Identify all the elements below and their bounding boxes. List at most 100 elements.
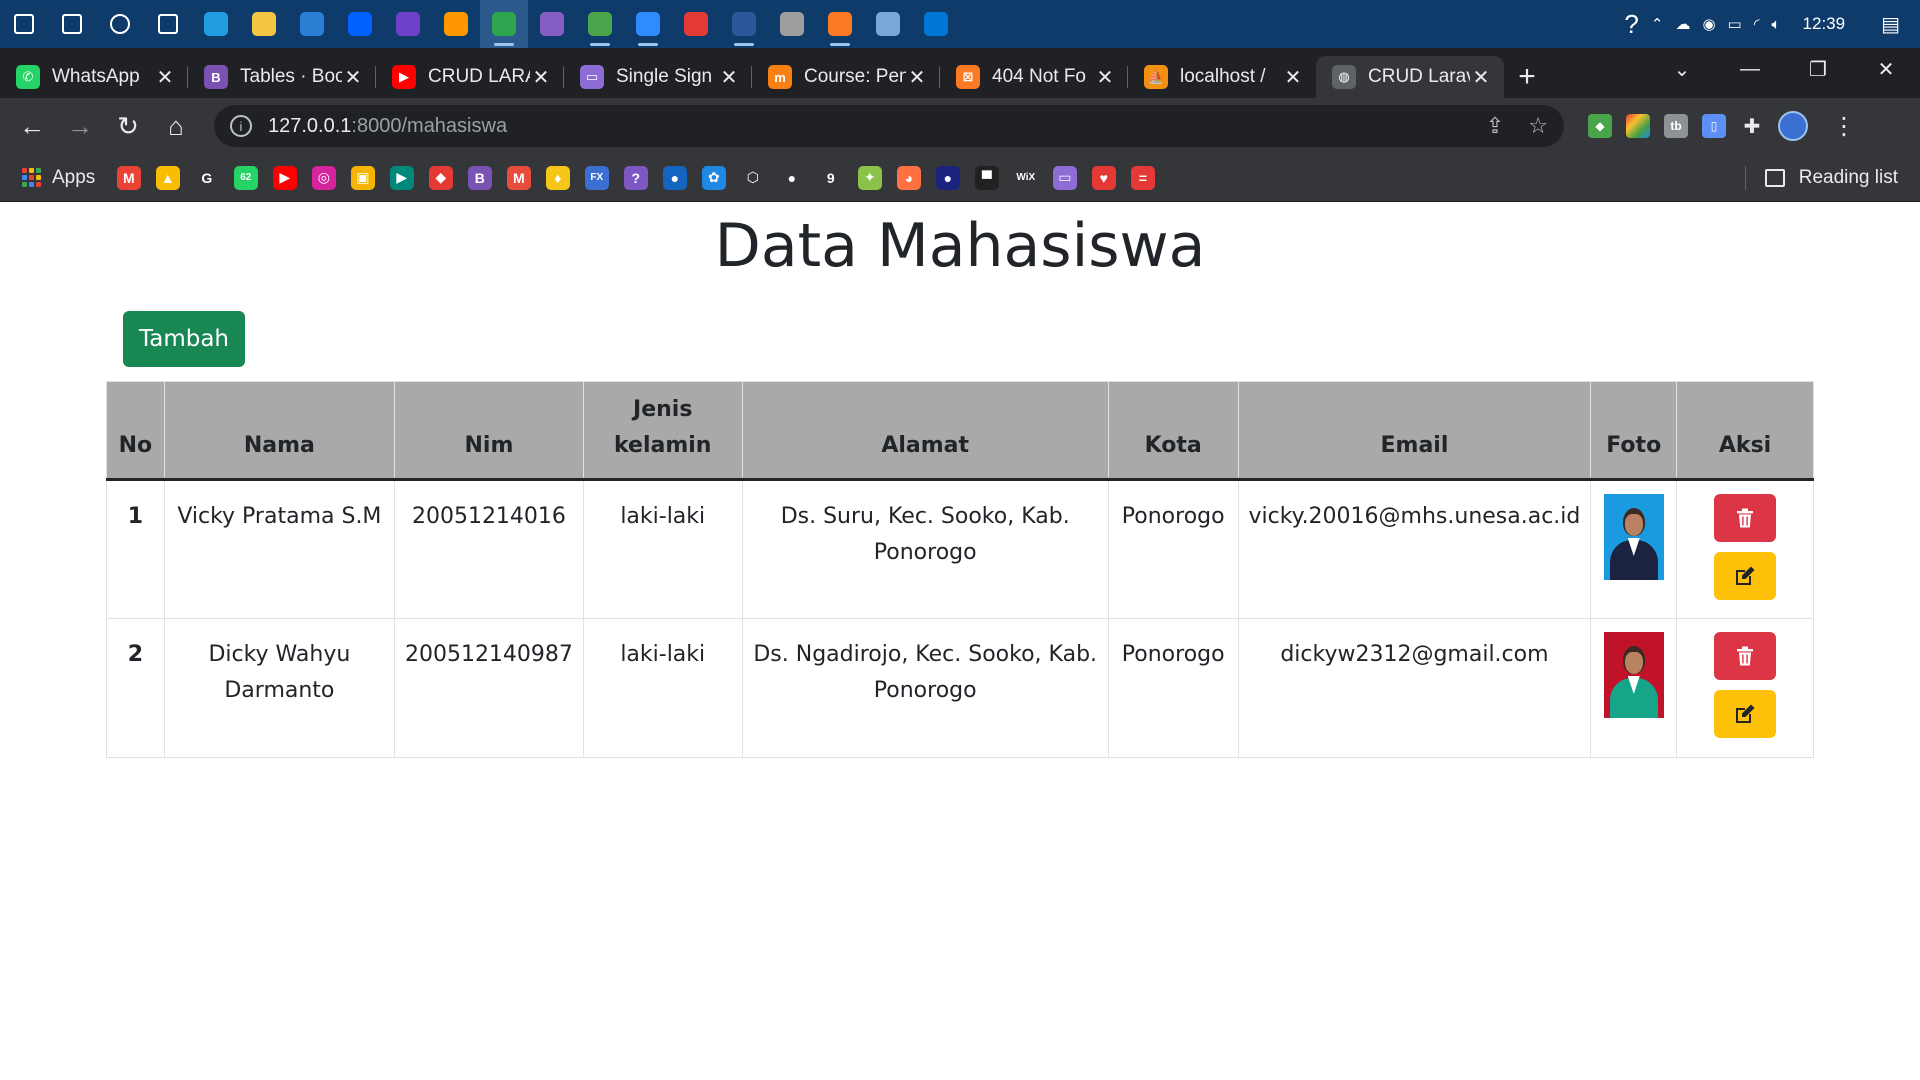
close-tab-icon[interactable]: ✕ — [154, 65, 176, 90]
back-button[interactable]: ← — [8, 102, 56, 150]
app3-icon[interactable]: ? — [623, 165, 648, 190]
google-icon[interactable]: G — [195, 166, 219, 190]
chevron-up-icon[interactable]: ⌃ — [1645, 0, 1670, 48]
file-explorer-icon[interactable] — [240, 0, 288, 48]
dropbox-icon[interactable] — [336, 0, 384, 48]
zoom-icon[interactable] — [624, 0, 672, 48]
app6-icon[interactable]: ✦ — [857, 165, 882, 190]
gmail-icon[interactable]: M — [116, 165, 141, 190]
app7-icon[interactable]: ◕ — [896, 165, 921, 190]
home-button[interactable]: ⌂ — [152, 102, 200, 150]
bookmark-star-icon[interactable]: ☆ — [1528, 113, 1548, 139]
word-icon[interactable] — [720, 0, 768, 48]
extension-4-icon[interactable]: ▯ — [1702, 114, 1726, 138]
browser-tab[interactable]: m Course: Pen ✕ — [752, 56, 940, 98]
close-tab-icon[interactable]: ✕ — [906, 65, 928, 90]
vscode-icon[interactable] — [912, 0, 960, 48]
reload-button[interactable]: ↻ — [104, 102, 152, 150]
close-window-button[interactable]: ✕ — [1852, 48, 1920, 90]
app5-icon[interactable]: 9 — [819, 166, 843, 190]
app2-icon[interactable] — [768, 0, 816, 48]
webcam-icon[interactable]: ◉ — [1696, 0, 1721, 48]
github-desktop-icon[interactable] — [384, 0, 432, 48]
close-tab-icon[interactable]: ✕ — [718, 65, 740, 90]
youtube-icon[interactable]: ▶ — [272, 165, 297, 190]
extension-3-icon[interactable]: tb — [1664, 114, 1688, 138]
app10-icon[interactable]: ▭ — [1052, 165, 1077, 190]
app9-icon[interactable]: ▀ — [974, 165, 999, 190]
browser-tab[interactable]: B Tables · Boo ✕ — [188, 56, 376, 98]
cell-nim: 20051214016 — [393, 479, 584, 619]
mail-icon[interactable] — [288, 0, 336, 48]
browser-tab[interactable]: ▶ CRUD LARA ✕ — [376, 56, 564, 98]
wix-icon[interactable]: WiX — [1014, 166, 1038, 190]
close-tab-icon[interactable]: ✕ — [1282, 65, 1304, 90]
help-icon[interactable]: ? — [1618, 0, 1644, 48]
visual-studio-icon[interactable] — [528, 0, 576, 48]
volume-icon[interactable]: 🔈︎ — [1766, 0, 1787, 48]
app-icon[interactable] — [576, 0, 624, 48]
browser-tab[interactable]: ⛵ localhost / ✕ — [1128, 56, 1316, 98]
browser-tab[interactable]: ✆ WhatsApp ✕ — [0, 56, 188, 98]
tab-search-icon[interactable]: ⌄ — [1648, 48, 1716, 90]
edit-button[interactable] — [1714, 690, 1777, 738]
close-tab-icon[interactable]: ✕ — [530, 65, 552, 90]
screen-recorder-icon[interactable] — [672, 0, 720, 48]
wifi-icon[interactable]: ◜ — [1748, 0, 1766, 48]
app3-icon[interactable] — [864, 0, 912, 48]
classroom-icon[interactable]: ▣ — [350, 165, 375, 190]
menu-icon[interactable]: ⋮ — [1832, 112, 1856, 141]
cortana-icon[interactable] — [96, 0, 144, 48]
restore-button[interactable]: ❐ — [1784, 48, 1852, 90]
app12-icon[interactable]: = — [1130, 165, 1155, 190]
extension-1-icon[interactable]: ◆ — [1588, 114, 1612, 138]
edit-button[interactable] — [1714, 552, 1777, 600]
edge-icon[interactable] — [192, 0, 240, 48]
close-tab-icon[interactable]: ✕ — [342, 65, 364, 90]
xampp-icon[interactable] — [816, 0, 864, 48]
bootstrap-icon[interactable]: B — [467, 165, 492, 190]
site-info-icon[interactable]: i — [230, 115, 252, 137]
extension-2-icon[interactable] — [1626, 114, 1650, 138]
delete-button[interactable] — [1714, 632, 1777, 680]
notifications-icon[interactable]: ▤ — [1861, 0, 1920, 48]
github-icon[interactable]: ● — [780, 166, 804, 190]
forward-button[interactable]: → — [56, 102, 104, 150]
new-tab-button[interactable]: + — [1504, 56, 1550, 98]
search-icon[interactable] — [48, 0, 96, 48]
codepen-icon[interactable]: ⬡ — [741, 166, 765, 190]
delete-button[interactable] — [1714, 494, 1777, 542]
app8-icon[interactable]: ● — [935, 165, 960, 190]
whatsapp-icon[interactable]: 62 — [233, 165, 258, 190]
browser-tab[interactable]: ⊠ 404 Not Fo ✕ — [940, 56, 1128, 98]
onedrive-icon[interactable]: ☁ — [1669, 0, 1696, 48]
chrome-icon[interactable] — [480, 0, 528, 48]
profile-avatar[interactable] — [1778, 111, 1808, 141]
extensions-puzzle-icon[interactable]: ✚ — [1740, 114, 1764, 138]
add-button[interactable]: Tambah — [123, 311, 245, 367]
google-drive-icon[interactable]: ▲ — [155, 165, 180, 190]
edge-icon[interactable]: ● — [662, 165, 687, 190]
minimize-button[interactable]: — — [1716, 48, 1784, 90]
app11-icon[interactable]: ♥ — [1091, 165, 1116, 190]
task-view-icon[interactable] — [144, 0, 192, 48]
share-icon[interactable]: ⇪ — [1486, 113, 1504, 139]
app-icon[interactable]: ◆ — [428, 165, 453, 190]
address-bar[interactable]: i 127.0.0.1:8000/mahasiswa ⇪ ☆ — [214, 105, 1564, 147]
battery-icon[interactable]: ▭ — [1722, 0, 1748, 48]
reading-list-button[interactable]: Reading list — [1744, 154, 1898, 202]
apps-bookmark[interactable]: Apps — [22, 167, 95, 189]
sublime-text-icon[interactable] — [432, 0, 480, 48]
close-tab-icon[interactable]: ✕ — [1094, 65, 1116, 90]
clock[interactable]: 12:39 — [1787, 14, 1862, 34]
instagram-icon[interactable]: ◎ — [311, 165, 336, 190]
browser-tab[interactable]: ▭ Single Sign ✕ — [564, 56, 752, 98]
close-tab-icon[interactable]: ✕ — [1470, 65, 1492, 90]
fx-icon[interactable]: FX — [584, 165, 609, 190]
windows-start-icon[interactable] — [0, 0, 48, 48]
app4-icon[interactable]: ✿ — [701, 165, 726, 190]
app2-icon[interactable]: ♦ — [545, 165, 570, 190]
mendeley-icon[interactable]: M — [506, 165, 531, 190]
meet-icon[interactable]: ▶ — [389, 165, 414, 190]
browser-tab[interactable]: ◍ CRUD Larav ✕ — [1316, 56, 1504, 98]
